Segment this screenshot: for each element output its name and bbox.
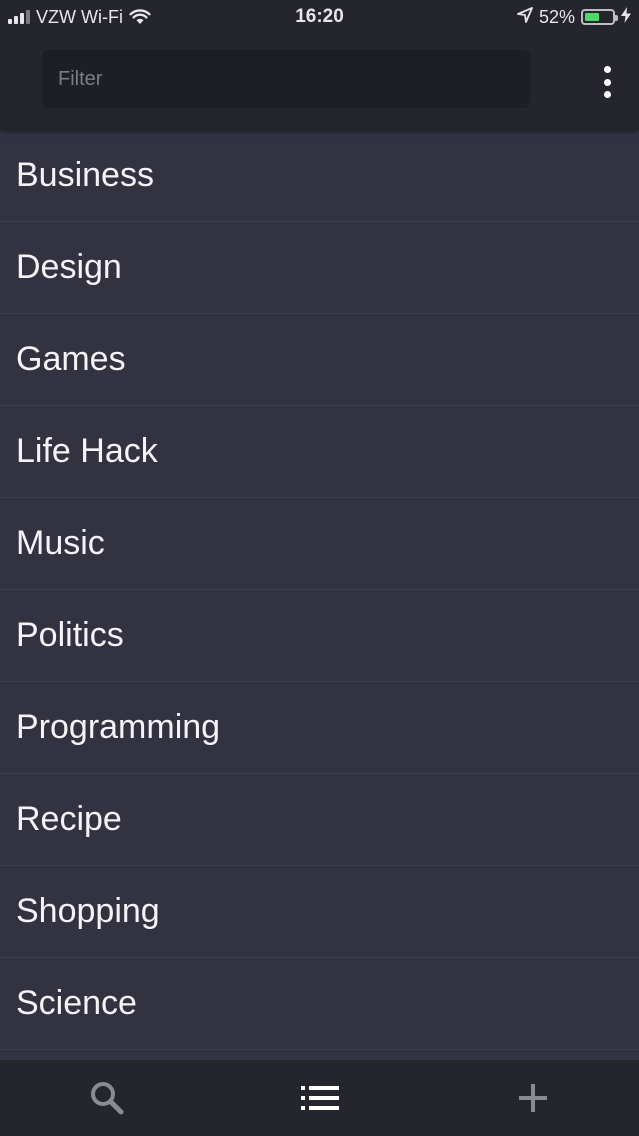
category-label: Music <box>16 524 105 562</box>
category-item[interactable]: Science <box>0 958 639 1050</box>
battery-tip <box>615 15 618 21</box>
plus-icon <box>518 1084 547 1112</box>
category-label: Science <box>16 984 137 1022</box>
battery-icon <box>581 9 618 25</box>
category-item[interactable]: Business <box>0 130 639 222</box>
header <box>0 34 639 130</box>
category-list: Business Design Games Life Hack Music Politic… <box>0 130 639 1060</box>
charging-bolt-icon <box>621 6 631 28</box>
search-icon <box>90 1082 123 1115</box>
tab-bar <box>0 1060 639 1136</box>
category-label: Shopping <box>16 892 160 930</box>
list-icon <box>300 1086 339 1110</box>
category-label: Recipe <box>16 800 122 838</box>
category-item[interactable]: Politics <box>0 590 639 682</box>
battery-percent: 52% <box>538 6 575 27</box>
category-label: Programming <box>16 708 221 746</box>
tab-add[interactable] <box>426 1060 639 1136</box>
battery-fill <box>585 13 599 21</box>
status-bar: VZW Wi-Fi 16:20 52% <box>0 0 639 34</box>
category-item[interactable]: Life Hack <box>0 406 639 498</box>
category-label: Life Hack <box>16 432 158 470</box>
location-arrow-icon <box>517 6 533 28</box>
top-bar: VZW Wi-Fi 16:20 52% <box>0 0 639 130</box>
tab-list[interactable] <box>213 1060 426 1136</box>
filter-input[interactable] <box>42 50 530 108</box>
tab-search[interactable] <box>0 1060 213 1136</box>
category-item[interactable]: Shopping <box>0 866 639 958</box>
category-item[interactable]: Music <box>0 498 639 590</box>
category-item[interactable]: Games <box>0 314 639 406</box>
more-vertical-icon[interactable] <box>593 62 621 102</box>
category-item[interactable]: Recipe <box>0 774 639 866</box>
category-item[interactable]: Design <box>0 222 639 314</box>
category-label: Politics <box>16 616 124 654</box>
category-label: Games <box>16 340 126 378</box>
category-label: Business <box>16 156 154 194</box>
status-right: 52% <box>517 6 631 28</box>
category-item[interactable]: Programming <box>0 682 639 774</box>
category-label: Design <box>16 248 122 286</box>
